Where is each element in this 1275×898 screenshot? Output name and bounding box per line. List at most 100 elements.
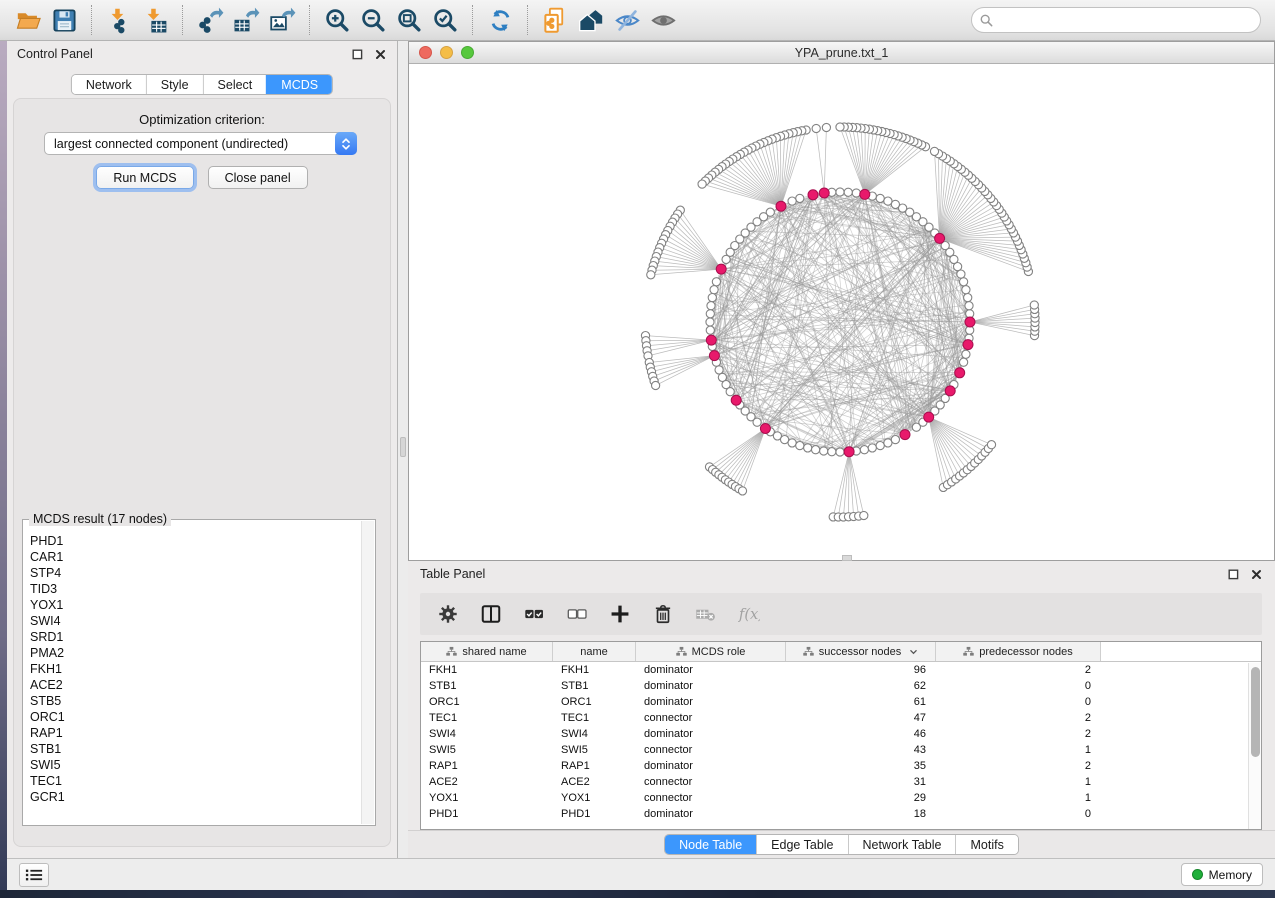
tab-mcds[interactable]: MCDS [266,75,332,94]
mcds-result-item[interactable]: PHD1 [24,533,361,549]
cell-successor-nodes[interactable]: 46 [786,726,936,742]
cell-predecessor-nodes[interactable]: 1 [936,774,1101,790]
cell-successor-nodes[interactable]: 47 [786,710,936,726]
cell-shared-name[interactable]: SWI4 [421,726,553,742]
cell-shared-name[interactable]: PHD1 [421,806,553,822]
run-mcds-button[interactable]: Run MCDS [96,166,193,189]
float-panel-icon[interactable] [350,47,364,61]
mcds-result-item[interactable]: YOX1 [24,597,361,613]
cell-MCDS-role[interactable]: connector [636,710,786,726]
cell-shared-name[interactable]: SWI5 [421,742,553,758]
column-header-predecessor-nodes[interactable]: predecessor nodes [936,642,1101,661]
cell-successor-nodes[interactable]: 43 [786,742,936,758]
table-row[interactable]: YOX1YOX1connector291 [421,790,1261,806]
tab-select[interactable]: Select [203,75,267,94]
cell-successor-nodes[interactable]: 62 [786,678,936,694]
table-row[interactable]: STB1STB1dominator620 [421,678,1261,694]
mcds-result-item[interactable]: STB5 [24,693,361,709]
mcds-result-item[interactable]: STP4 [24,565,361,581]
table-row[interactable]: SWI5SWI5connector431 [421,742,1261,758]
mcds-result-item[interactable]: TID3 [24,581,361,597]
tab-motifs[interactable]: Motifs [955,835,1017,854]
task-history-button[interactable] [19,863,49,887]
cell-successor-nodes[interactable]: 31 [786,774,936,790]
cell-successor-nodes[interactable]: 96 [786,662,936,678]
export-table-button[interactable] [228,3,264,37]
cell-MCDS-role[interactable]: dominator [636,662,786,678]
delete-column-button[interactable] [651,602,675,626]
cell-predecessor-nodes[interactable]: 1 [936,790,1101,806]
table-row[interactable]: RAP1RAP1dominator352 [421,758,1261,774]
cell-predecessor-nodes[interactable]: 0 [936,678,1101,694]
table-row[interactable]: ACE2ACE2connector311 [421,774,1261,790]
cell-shared-name[interactable]: ACE2 [421,774,553,790]
close-panel-button[interactable]: Close panel [208,166,308,189]
optimization-criterion-select[interactable]: largest connected component (undirected) [44,132,357,155]
column-header-successor-nodes[interactable]: successor nodes [786,642,936,661]
cell-MCDS-role[interactable]: dominator [636,694,786,710]
table-row[interactable]: ORC1ORC1dominator610 [421,694,1261,710]
tab-node-table[interactable]: Node Table [665,835,756,854]
column-header-MCDS-role[interactable]: MCDS role [636,642,786,661]
hide-selected-button[interactable] [609,3,645,37]
table-row[interactable]: FKH1FKH1dominator962 [421,662,1261,678]
cell-name[interactable]: RAP1 [553,758,636,774]
cell-predecessor-nodes[interactable]: 0 [936,694,1101,710]
mcds-result-item[interactable]: ORC1 [24,709,361,725]
select-all-button[interactable] [522,602,546,626]
mcds-result-item[interactable]: SWI5 [24,757,361,773]
cell-name[interactable]: ORC1 [553,694,636,710]
cell-successor-nodes[interactable]: 61 [786,694,936,710]
cell-name[interactable]: SWI5 [553,742,636,758]
cell-predecessor-nodes[interactable]: 2 [936,726,1101,742]
network-window-titlebar[interactable]: YPA_prune.txt_1 [409,42,1274,64]
cell-MCDS-role[interactable]: dominator [636,726,786,742]
cell-MCDS-role[interactable]: connector [636,790,786,806]
splitter-grip[interactable] [400,437,406,457]
cell-MCDS-role[interactable]: dominator [636,678,786,694]
cell-name[interactable]: SWI4 [553,726,636,742]
mcds-result-item[interactable]: SRD1 [24,629,361,645]
cell-MCDS-role[interactable]: connector [636,742,786,758]
mcds-result-item[interactable]: GCR1 [24,789,361,805]
cell-successor-nodes[interactable]: 29 [786,790,936,806]
export-network-button[interactable] [192,3,228,37]
cell-name[interactable]: FKH1 [553,662,636,678]
column-header-name[interactable]: name [553,642,636,661]
cell-shared-name[interactable]: ORC1 [421,694,553,710]
cell-name[interactable]: PHD1 [553,806,636,822]
mcds-result-item[interactable]: RAP1 [24,725,361,741]
float-panel-icon[interactable] [1226,567,1240,581]
cell-shared-name[interactable]: RAP1 [421,758,553,774]
mcds-result-item[interactable]: CAR1 [24,549,361,565]
tab-network[interactable]: Network [72,75,146,94]
columns-button[interactable] [479,602,503,626]
tab-network-table[interactable]: Network Table [848,835,956,854]
cell-name[interactable]: TEC1 [553,710,636,726]
cell-name[interactable]: YOX1 [553,790,636,806]
close-panel-icon[interactable] [373,47,387,61]
table-row[interactable]: SWI4SWI4dominator462 [421,726,1261,742]
tab-edge-table[interactable]: Edge Table [756,835,847,854]
cell-name[interactable]: STB1 [553,678,636,694]
mcds-result-item[interactable]: ACE2 [24,677,361,693]
clone-network-button[interactable] [537,3,573,37]
panel-splitter[interactable] [398,41,408,858]
search-field[interactable] [971,7,1261,33]
first-neighbors-button[interactable] [573,3,609,37]
cell-successor-nodes[interactable]: 18 [786,806,936,822]
import-network-button[interactable] [101,3,137,37]
import-table-button[interactable] [137,3,173,37]
cell-predecessor-nodes[interactable]: 2 [936,710,1101,726]
table-scrollbar[interactable] [1248,663,1261,829]
mcds-result-item[interactable]: FKH1 [24,661,361,677]
cell-MCDS-role[interactable]: dominator [636,758,786,774]
cell-predecessor-nodes[interactable]: 2 [936,662,1101,678]
cell-shared-name[interactable]: STB1 [421,678,553,694]
cell-successor-nodes[interactable]: 35 [786,758,936,774]
table-row[interactable]: PHD1PHD1dominator180 [421,806,1261,822]
cell-predecessor-nodes[interactable]: 0 [936,806,1101,822]
open-session-button[interactable] [10,3,46,37]
deselect-all-button[interactable] [565,602,589,626]
close-panel-icon[interactable] [1249,567,1263,581]
